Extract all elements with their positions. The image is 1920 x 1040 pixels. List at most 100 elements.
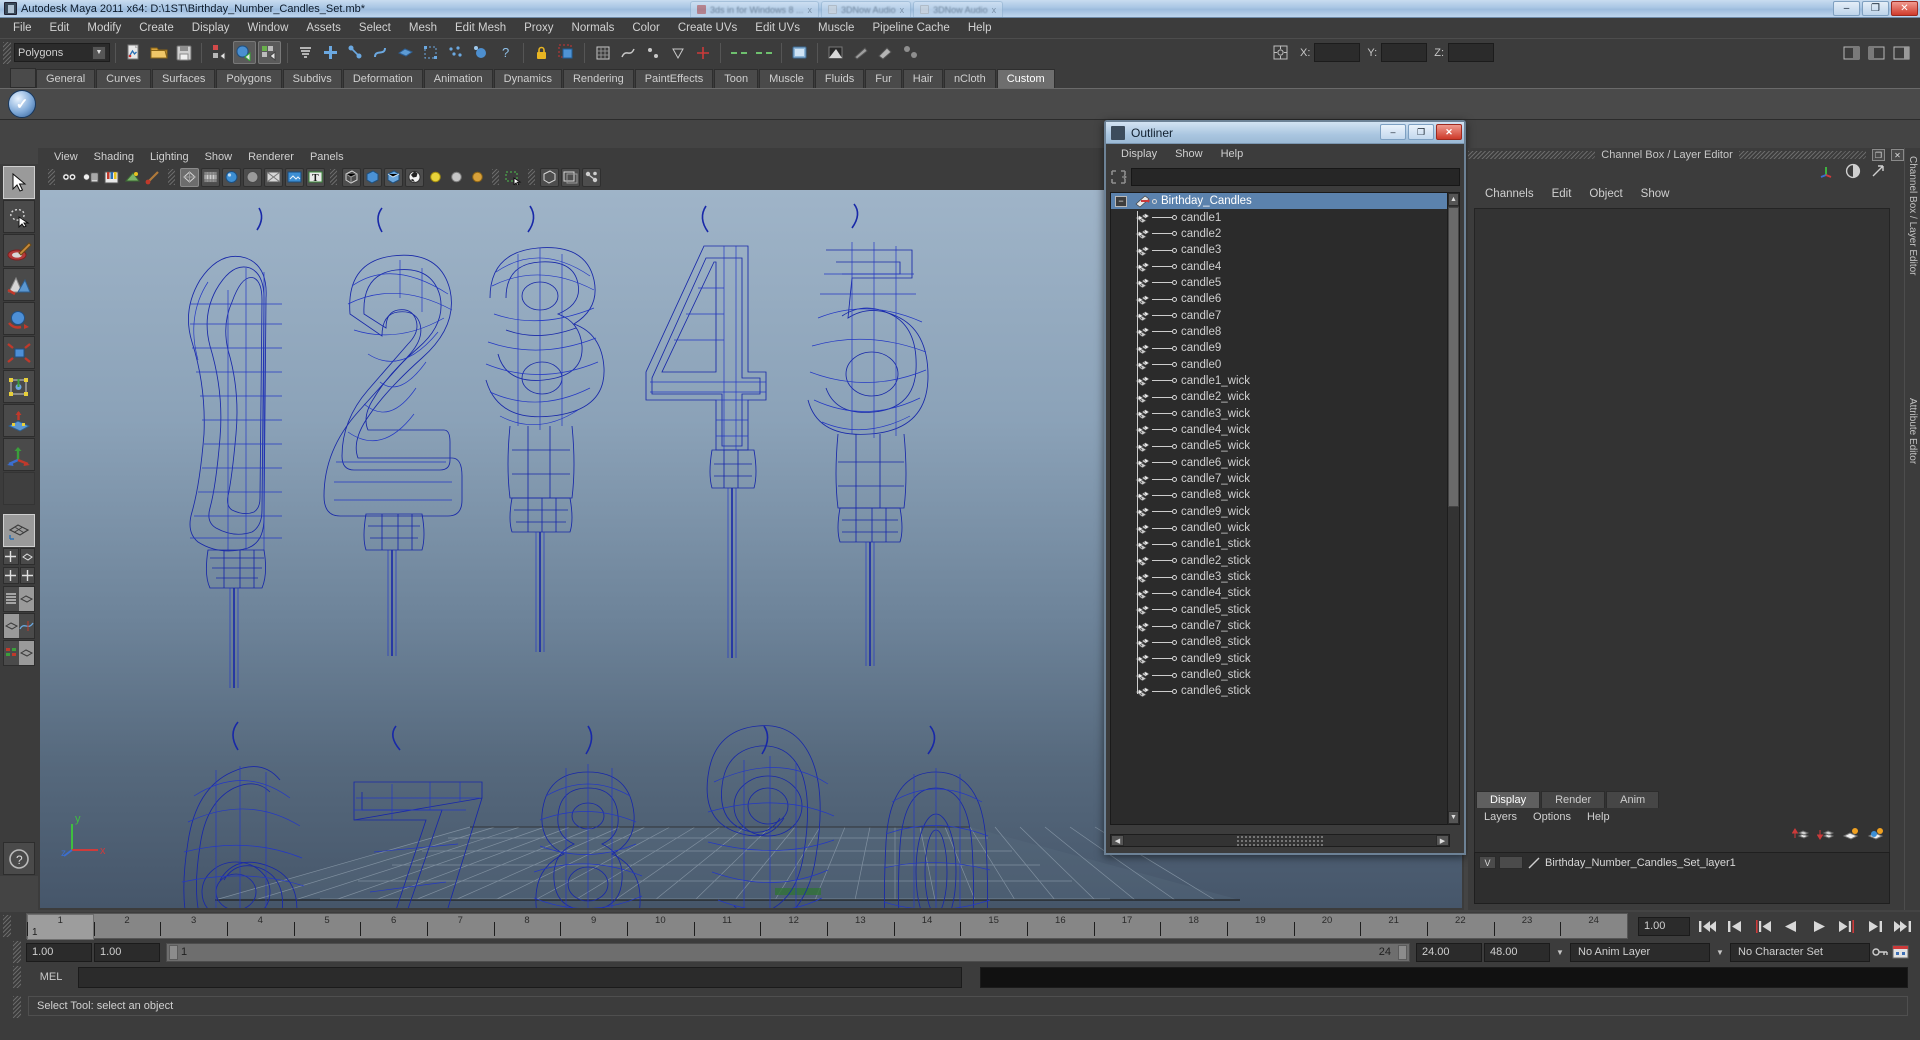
xray-joints-icon[interactable] [363, 167, 382, 187]
scale-tool[interactable] [3, 336, 35, 369]
shelf-tab-painteffects[interactable]: PaintEffects [634, 69, 714, 88]
absolute-relative-transform-icon[interactable] [1269, 41, 1292, 64]
outliner-vertical-scrollbar[interactable]: ▲ ▼ [1447, 192, 1460, 825]
shade-options-icon[interactable] [264, 167, 283, 187]
anim-layer-selector[interactable]: No Anim Layer [1570, 942, 1710, 962]
select-handles-button[interactable] [319, 41, 342, 64]
layer-editor-tab-display[interactable]: Display [1476, 791, 1541, 808]
sculpt-tool[interactable] [3, 268, 35, 301]
channel-box-content[interactable] [1474, 208, 1890, 854]
shelf-tab-muscle[interactable]: Muscle [759, 69, 814, 88]
playback-end-time-field[interactable]: 24.00 [1416, 942, 1482, 962]
rotate-tool[interactable] [3, 302, 35, 335]
select-camera-icon[interactable] [60, 168, 79, 187]
scroll-right-arrow-icon[interactable]: ▶ [1436, 835, 1449, 846]
new-empty-layer-icon[interactable] [1842, 827, 1859, 847]
flat-shade-icon[interactable] [243, 167, 262, 187]
outliner-horizontal-scrollbar[interactable]: ◀ ▶ [1110, 834, 1450, 847]
new-scene-button[interactable] [122, 41, 145, 64]
y-coord-input[interactable] [1381, 43, 1428, 62]
panel-grip[interactable] [1738, 151, 1866, 159]
outliner-item[interactable]: candle9_stick [1111, 651, 1449, 667]
outliner-minimize-button[interactable]: – [1380, 124, 1406, 140]
outliner-item[interactable]: candle2 [1111, 226, 1449, 242]
shelf-tab-deformation[interactable]: Deformation [342, 69, 423, 88]
single-perspective-layout-button[interactable] [3, 514, 35, 547]
outliner-menu-show[interactable]: Show [1166, 147, 1212, 161]
outliner-item[interactable]: candle4_wick [1111, 422, 1449, 438]
persp-outliner-layout-button[interactable] [19, 548, 35, 565]
scene-lights-icon[interactable] [468, 168, 487, 187]
menu-item-color[interactable]: Color [623, 20, 668, 36]
menu-item-file[interactable]: File [4, 20, 41, 36]
default-light-icon[interactable] [426, 168, 445, 187]
window-maximize-button[interactable]: ❐ [1862, 1, 1889, 16]
two-pane-stacked-layout-button[interactable] [19, 567, 35, 584]
outliner-menubar[interactable]: Display Show Help [1106, 144, 1464, 164]
shelf-tab-dynamics[interactable]: Dynamics [493, 69, 562, 88]
shelf-tab-surfaces[interactable]: Surfaces [151, 69, 216, 88]
outliner-maximize-button[interactable]: ❐ [1408, 124, 1434, 140]
four-view-layout-button[interactable] [3, 548, 19, 565]
outliner-persp-layout-button[interactable] [3, 586, 35, 612]
chevron-down-icon[interactable]: ▼ [92, 45, 106, 60]
viewport-menu-show[interactable]: Show [197, 150, 241, 164]
toolbar-grip[interactable] [13, 941, 21, 963]
outliner-item[interactable]: candle0 [1111, 356, 1449, 372]
channel-box-layer-editor-panel[interactable]: Channel Box / Layer Editor ❐ ✕ Channels E… [1468, 148, 1904, 910]
outliner-item[interactable]: candle5_wick [1111, 438, 1449, 454]
open-scene-button[interactable] [147, 41, 170, 64]
graph-editor-persp-layout-button[interactable] [3, 613, 35, 639]
select-deformations-button[interactable] [419, 41, 442, 64]
viewport-menu-panels[interactable]: Panels [302, 150, 352, 164]
shelf-tab-bar[interactable]: General Curves Surfaces Polygons Subdivs Defo… [0, 66, 1920, 88]
two-pane-side-layout-button[interactable] [3, 567, 19, 584]
hardware-texturing-icon[interactable] [285, 167, 304, 187]
main-menubar[interactable]: File Edit Modify Create Display Window Assets S… [0, 18, 1920, 38]
menu-set-selector[interactable]: Polygons ▼ [14, 43, 110, 62]
play-backwards-button[interactable] [1780, 916, 1802, 936]
hypershade-button[interactable] [899, 41, 922, 64]
select-by-object-type-button[interactable] [233, 41, 256, 64]
outliner-item[interactable]: candle7_stick [1111, 618, 1449, 634]
time-slider-track[interactable]: 1 1 2 3 4 5 6 7 8 9 10 11 12 13 14 15 16 17 18 19 20 21 22 23 2… [26, 913, 1628, 940]
snap-grid-button[interactable] [591, 41, 614, 64]
outliner-item[interactable]: candle6 [1111, 291, 1449, 307]
toolbar-grip[interactable] [13, 996, 21, 1018]
select-curves-button[interactable] [369, 41, 392, 64]
character-set-selector[interactable]: No Character Set [1730, 942, 1870, 962]
layer-editor-tab-render[interactable]: Render [1541, 791, 1606, 808]
wireframe-shading-icon[interactable] [180, 167, 199, 187]
layout-buttons-row-1[interactable] [3, 548, 35, 566]
expander-icon[interactable]: − [1115, 195, 1127, 207]
toolbar-grip[interactable] [330, 169, 337, 185]
playback-start-time-field[interactable]: 1.00 [94, 942, 160, 962]
outliner-item[interactable]: candle3 [1111, 242, 1449, 258]
menu-item-assets[interactable]: Assets [297, 20, 350, 36]
range-start-handle[interactable] [169, 944, 178, 960]
channel-box-menu-edit[interactable]: Edit [1543, 187, 1581, 201]
show-hide-attribute-editor-button[interactable] [1890, 41, 1913, 64]
layer-editor-menu-help[interactable]: Help [1579, 810, 1618, 824]
outliner-item[interactable]: candle8_stick [1111, 634, 1449, 650]
menu-item-mesh[interactable]: Mesh [400, 20, 446, 36]
window-controls[interactable]: – ❐ ✕ [1833, 1, 1918, 16]
layer-editor-tab-anim[interactable]: Anim [1606, 791, 1660, 808]
channel-box-menu-channels[interactable]: Channels [1476, 187, 1543, 201]
all-lights-icon[interactable] [447, 168, 466, 187]
menu-item-proxy[interactable]: Proxy [515, 20, 562, 36]
outliner-item[interactable]: candle6_stick [1111, 683, 1449, 699]
outliner-item[interactable]: candle1_stick [1111, 536, 1449, 552]
outliner-menu-help[interactable]: Help [1212, 147, 1253, 161]
outliner-item[interactable]: candle9 [1111, 340, 1449, 356]
camera-attributes-icon[interactable] [81, 168, 100, 187]
layer-editor-menubar[interactable]: Layers Options Help [1468, 808, 1904, 826]
menu-item-edit[interactable]: Edit [41, 20, 79, 36]
step-back-frame-button[interactable] [1752, 916, 1774, 936]
viewport-menu-renderer[interactable]: Renderer [240, 150, 302, 164]
outliner-item[interactable]: candle0_wick [1111, 520, 1449, 536]
z-coord-input[interactable] [1448, 43, 1494, 62]
shelf-tab-general[interactable]: General [36, 69, 96, 88]
shelf-custom-tool-icon[interactable]: ✓ [8, 90, 36, 118]
grid-display-icon[interactable] [540, 167, 559, 187]
